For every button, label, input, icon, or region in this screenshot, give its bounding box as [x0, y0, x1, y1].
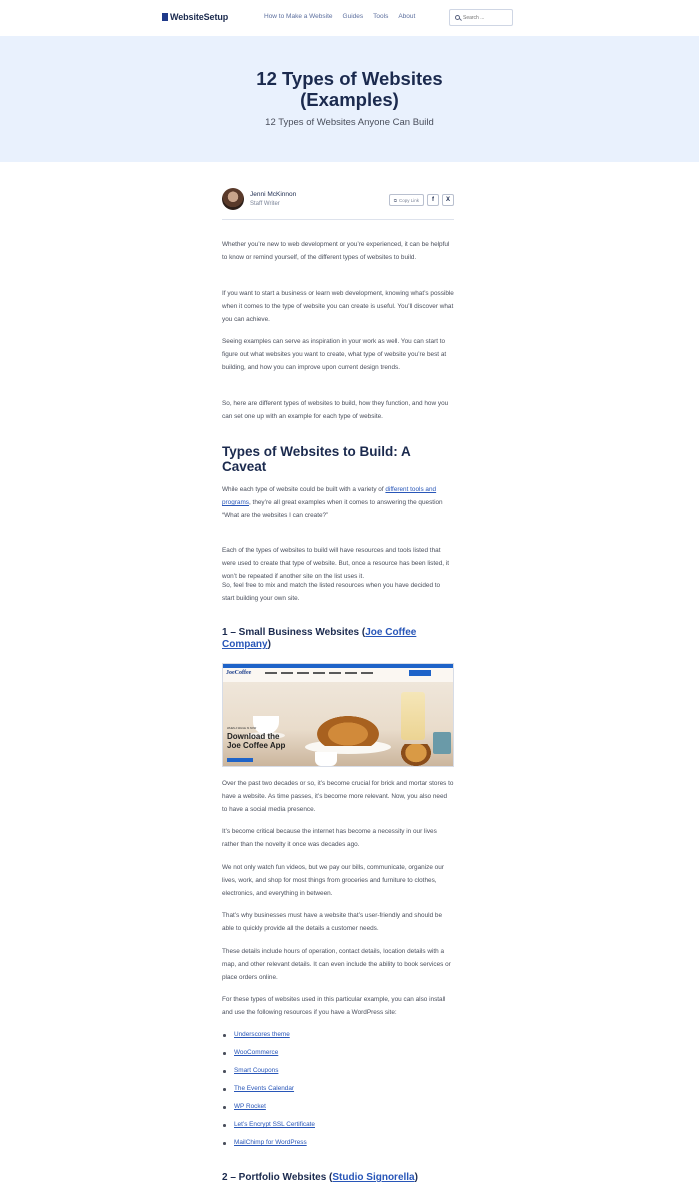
- list-item: The Events Calendar: [222, 1080, 454, 1098]
- intro-paragraph-3: Seeing examples can serve as inspiration…: [222, 338, 447, 371]
- caveat-paragraph-1: While each type of website could be buil…: [222, 483, 454, 522]
- author-role: Staff Writer: [250, 201, 280, 207]
- link-icon: ⧉: [393, 197, 397, 203]
- nav-link-about[interactable]: About: [398, 13, 415, 20]
- nav-link-guides[interactable]: Guides: [343, 13, 364, 20]
- intro-paragraph-4: So, here are different types of websites…: [222, 400, 449, 420]
- section-2-heading-prefix: 2 – Portfolio Websites (: [222, 1172, 333, 1183]
- byline-divider: [222, 219, 454, 220]
- section-1-heading-prefix: 1 – Small Business Websites (: [222, 627, 366, 638]
- share-buttons: ⧉ Copy Link f X: [388, 194, 454, 206]
- list-item: MailChimp for WordPress: [222, 1134, 454, 1152]
- section-1-paragraph-2: It’s become critical because the interne…: [222, 828, 437, 848]
- drink-glass-shape: [401, 692, 425, 740]
- screenshot-logo: JoeCoffee: [226, 670, 252, 676]
- author-name[interactable]: Jenni McKinnon: [250, 191, 296, 198]
- screenshot-kicker: WHEN A WHILE IS NOW: [227, 727, 257, 730]
- list-item: WP Rocket: [222, 1098, 454, 1116]
- search-icon: [455, 15, 460, 20]
- list-item: Underscores theme: [222, 1026, 454, 1044]
- screenshot-headline-line-2: Joe Coffee App: [227, 741, 286, 750]
- section-1-paragraph-5: These details include hours of operation…: [222, 948, 451, 981]
- list-item: Let’s Encrypt SSL Certificate: [222, 1116, 454, 1134]
- section-2-heading-suffix: ): [414, 1172, 418, 1183]
- resource-link-smart-coupons[interactable]: Smart Coupons: [234, 1067, 278, 1074]
- caveat-p1-before: While each type of website could be buil…: [222, 486, 386, 493]
- x-share-button[interactable]: X: [442, 194, 454, 206]
- facebook-icon: f: [432, 197, 434, 203]
- resource-link-events-calendar[interactable]: The Events Calendar: [234, 1085, 294, 1092]
- intro-paragraph-1: Whether you’re new to web development or…: [222, 241, 450, 261]
- caveat-heading: Types of Websites to Build: A Caveat: [222, 444, 411, 474]
- resource-link-mailchimp[interactable]: MailChimp for WordPress: [234, 1139, 307, 1146]
- mug-shape: [433, 732, 451, 754]
- copy-link-label: Copy Link: [398, 197, 419, 203]
- main-nav: How to Make a Website Guides Tools About: [264, 13, 415, 20]
- croissant-shape: [317, 716, 379, 746]
- page-subtitle: 12 Types of Websites Anyone Can Build: [265, 117, 434, 128]
- screenshot-headline-line-1: Download the: [227, 732, 280, 741]
- x-icon: X: [445, 197, 450, 203]
- search-input[interactable]: [463, 14, 509, 21]
- section-2-heading: 2 – Portfolio Websites (Studio Signorell…: [222, 1172, 454, 1184]
- logo-text: WebsiteSetup: [170, 12, 229, 22]
- intro-paragraph-2: If you want to start a business or learn…: [222, 290, 454, 323]
- studio-signorella-link[interactable]: Studio Signorella: [332, 1172, 414, 1183]
- caveat-paragraph-3: So, feel free to mix and match the liste…: [222, 582, 441, 602]
- page-title: 12 Types of Websites (Examples): [0, 68, 699, 110]
- section-1-heading: 1 – Small Business Websites (Joe Coffee …: [222, 627, 454, 651]
- list-item: WooCommerce: [222, 1044, 454, 1062]
- section-1-heading-suffix: ): [267, 639, 271, 650]
- screenshot-headline: Download the Joe Coffee App: [227, 732, 285, 750]
- sandwich-shape: [401, 744, 431, 766]
- screenshot-download-button: [227, 758, 253, 762]
- section-1-paragraph-1: Over the past two decades or so, it’s be…: [222, 780, 454, 813]
- list-item: Smart Coupons: [222, 1062, 454, 1080]
- author-avatar: [222, 188, 244, 210]
- site-logo[interactable]: WebsiteSetup: [162, 12, 228, 22]
- page-title-line-2: (Examples): [300, 89, 399, 110]
- screenshot-nav-links: [265, 672, 373, 674]
- hero-banner: 12 Types of Websites (Examples) 12 Types…: [0, 36, 699, 162]
- espresso-cup-shape: [315, 752, 337, 766]
- section-1-paragraph-3: We not only watch fun videos, but we pay…: [222, 864, 444, 897]
- joe-coffee-screenshot: JoeCoffee WHEN A WHILE IS NOW Download t…: [222, 663, 454, 767]
- site-header: WebsiteSetup How to Make a Website Guide…: [0, 0, 699, 36]
- copy-link-button[interactable]: ⧉ Copy Link: [388, 194, 424, 206]
- logo-mark-icon: [162, 13, 168, 21]
- resource-link-wp-rocket[interactable]: WP Rocket: [234, 1103, 266, 1110]
- author-byline: Jenni McKinnon Staff Writer ⧉ Copy Link …: [222, 188, 454, 220]
- resource-link-lets-encrypt[interactable]: Let’s Encrypt SSL Certificate: [234, 1121, 315, 1128]
- section-1-paragraph-4: That’s why businesses must have a websit…: [222, 912, 443, 932]
- resource-link-underscores[interactable]: Underscores theme: [234, 1031, 290, 1038]
- search-box[interactable]: [449, 9, 513, 26]
- caveat-p1-after: , they’re all great examples when it com…: [222, 499, 443, 519]
- nav-link-tools[interactable]: Tools: [373, 13, 388, 20]
- caveat-paragraph-2: Each of the types of websites to build w…: [222, 547, 449, 580]
- screenshot-photo: [223, 682, 453, 766]
- page-title-line-1: 12 Types of Websites: [256, 68, 443, 89]
- resource-list: Underscores theme WooCommerce Smart Coup…: [222, 1026, 454, 1152]
- resource-link-woocommerce[interactable]: WooCommerce: [234, 1049, 278, 1056]
- section-1-paragraph-6: For these types of websites used in this…: [222, 996, 446, 1016]
- nav-link-how-to-make[interactable]: How to Make a Website: [264, 13, 333, 20]
- screenshot-cta: [409, 670, 431, 676]
- facebook-share-button[interactable]: f: [427, 194, 439, 206]
